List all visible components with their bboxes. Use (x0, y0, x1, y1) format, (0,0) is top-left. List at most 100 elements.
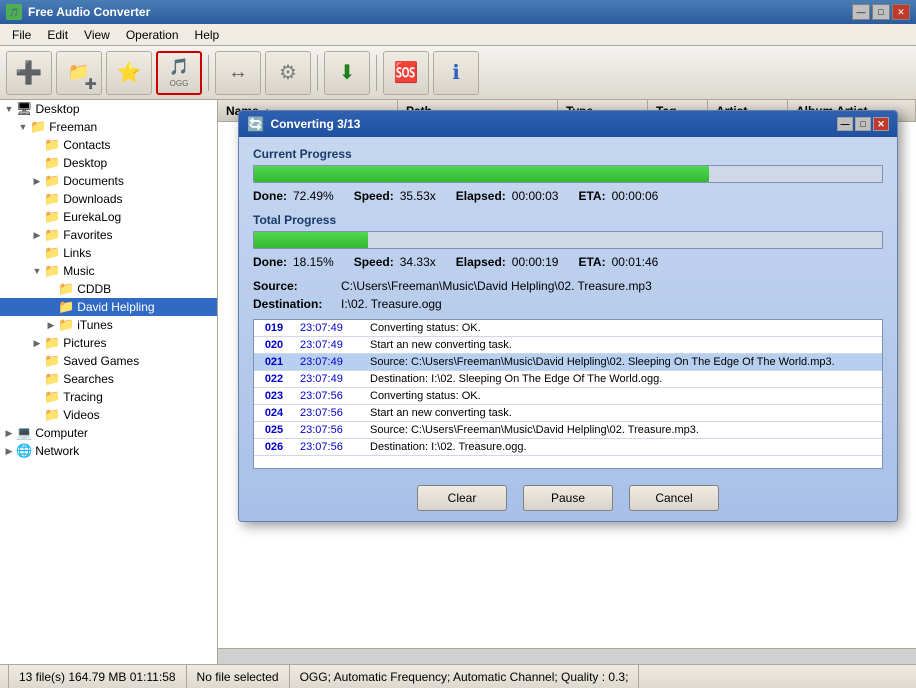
cancel-button[interactable]: Cancel (629, 485, 719, 511)
sidebar-item-links[interactable]: 📁 Links (0, 244, 217, 262)
folder-desktop-sub-icon: 📁 (44, 155, 60, 171)
help-ring-button[interactable]: 🆘 (383, 51, 429, 95)
dialog-title-text: Converting 3/13 (270, 117, 360, 131)
sidebar-item-favorites[interactable]: ▶ 📁 Favorites (0, 226, 217, 244)
folder-tracing-icon: 📁 (44, 389, 60, 405)
sidebar-item-documents[interactable]: ▶ 📁 Documents (0, 172, 217, 190)
sidebar-item-david-helpling[interactable]: 📁 David Helpling (0, 298, 217, 316)
horizontal-scrollbar[interactable] (218, 648, 916, 664)
dialog-buttons: Clear Pause Cancel (253, 477, 883, 511)
toolbar-separator-1 (208, 55, 209, 91)
log-cell-desc: Destination: I:\02. Sleeping On The Edge… (364, 371, 882, 388)
log-table-container[interactable]: 01923:07:49Converting status: OK.02023:0… (253, 319, 883, 469)
dialog-maximize[interactable]: □ (855, 117, 871, 131)
log-row: 02523:07:56Source: C:\Users\Freeman\Musi… (254, 422, 882, 439)
folder-searches-icon: 📁 (44, 371, 60, 387)
dialog-icon: 🔄 (247, 116, 264, 133)
log-cell-time: 23:07:49 (294, 354, 364, 371)
log-cell-num: 025 (254, 422, 294, 439)
sidebar-item-pictures[interactable]: ▶ 📁 Pictures (0, 334, 217, 352)
log-row: 02623:07:56Destination: I:\02. Treasure.… (254, 439, 882, 456)
log-cell-time: 23:07:56 (294, 405, 364, 422)
source-row: Source: C:\Users\Freeman\Music\David Hel… (253, 279, 883, 293)
folder-pictures-icon: 📁 (44, 335, 60, 351)
sidebar-item-eurekalog[interactable]: 📁 EurekaLog (0, 208, 217, 226)
sidebar-item-cddb[interactable]: 📁 CDDB (0, 280, 217, 298)
sidebar-item-music[interactable]: ▼ 📁 Music (0, 262, 217, 280)
download-button[interactable]: ⬇ (324, 51, 370, 95)
sidebar-item-desktop[interactable]: ▼ 🖥 Desktop (0, 100, 217, 118)
folder-contacts-icon: 📁 (44, 137, 60, 153)
pause-button[interactable]: Pause (523, 485, 613, 511)
folder-documents-icon: 📁 (44, 173, 60, 189)
log-cell-desc: Converting status: OK. (364, 320, 882, 337)
log-row: 02123:07:49Source: C:\Users\Freeman\Musi… (254, 354, 882, 371)
sidebar-item-computer[interactable]: ▶ 💻 Computer (0, 424, 217, 442)
log-cell-num: 026 (254, 439, 294, 456)
log-cell-num: 022 (254, 371, 294, 388)
current-progress-bar (253, 165, 883, 183)
settings-button[interactable]: ⚙ (265, 51, 311, 95)
folder-favorites-icon: 📁 (44, 227, 60, 243)
sidebar-item-network[interactable]: ▶ 🌐 Network (0, 442, 217, 460)
log-table: 01923:07:49Converting status: OK.02023:0… (254, 320, 882, 456)
menu-bar: File Edit View Operation Help (0, 24, 916, 46)
destination-row: Destination: I:\02. Treasure.ogg (253, 297, 883, 311)
menu-file[interactable]: File (4, 26, 39, 44)
sidebar-item-itunes[interactable]: ▶ 📁 iTunes (0, 316, 217, 334)
favorites-button[interactable]: ⭐ (106, 51, 152, 95)
sidebar-item-videos[interactable]: 📁 Videos (0, 406, 217, 424)
log-row: 01923:07:49Converting status: OK. (254, 320, 882, 337)
log-cell-desc: Destination: I:\02. Treasure.ogg. (364, 439, 882, 456)
sidebar-item-saved-games[interactable]: 📁 Saved Games (0, 352, 217, 370)
clear-button[interactable]: Clear (417, 485, 507, 511)
folder-links-icon: 📁 (44, 245, 60, 261)
folder-music-icon: 📁 (44, 263, 60, 279)
sidebar-item-desktop-sub[interactable]: 📁 Desktop (0, 154, 217, 172)
status-selection: No file selected (187, 665, 290, 688)
close-button[interactable]: ✕ (892, 4, 910, 20)
log-cell-num: 021 (254, 354, 294, 371)
status-bar: 13 file(s) 164.79 MB 01:11:58 No file se… (0, 664, 916, 688)
folder-cddb-icon: 📁 (58, 281, 74, 297)
title-bar: 🎵 Free Audio Converter — □ ✕ (0, 0, 916, 24)
app-title: Free Audio Converter (28, 5, 150, 19)
sidebar-item-tracing[interactable]: 📁 Tracing (0, 388, 217, 406)
dialog-title-bar: 🔄 Converting 3/13 — □ ✕ (239, 111, 897, 137)
menu-operation[interactable]: Operation (118, 26, 187, 44)
log-row: 02323:07:56Converting status: OK. (254, 388, 882, 405)
sidebar-item-downloads[interactable]: 📁 Downloads (0, 190, 217, 208)
sidebar-item-freeman[interactable]: ▼ 📁 Freeman (0, 118, 217, 136)
folder-saved-games-icon: 📁 (44, 353, 60, 369)
folder-freeman-icon: 📁 (30, 119, 46, 135)
log-row: 02423:07:56Start an new converting task. (254, 405, 882, 422)
add-folder-button[interactable]: 📁➕ (56, 51, 102, 95)
sidebar-item-contacts[interactable]: 📁 Contacts (0, 136, 217, 154)
total-progress-bar (253, 231, 883, 249)
maximize-button[interactable]: □ (872, 4, 890, 20)
menu-view[interactable]: View (76, 26, 118, 44)
menu-edit[interactable]: Edit (39, 26, 76, 44)
dialog-close[interactable]: ✕ (873, 117, 889, 131)
network-icon: 🌐 (16, 443, 32, 459)
toolbar: ➕ 📁➕ ⭐ 🎵OGG ↔ ⚙ ⬇ 🆘 ℹ (0, 46, 916, 100)
minimize-button[interactable]: — (852, 4, 870, 20)
log-cell-num: 019 (254, 320, 294, 337)
swap-button[interactable]: ↔ (215, 51, 261, 95)
sidebar-item-searches[interactable]: 📁 Searches (0, 370, 217, 388)
convert-button[interactable]: 🎵OGG (156, 51, 202, 95)
log-cell-time: 23:07:56 (294, 422, 364, 439)
log-cell-time: 23:07:49 (294, 337, 364, 354)
log-cell-desc: Source: C:\Users\Freeman\Music\David Hel… (364, 354, 882, 371)
content-area: Name ▲ Path Type Tag Artist Album Artist (218, 100, 916, 664)
status-files: 13 file(s) 164.79 MB 01:11:58 (8, 665, 187, 688)
add-files-button[interactable]: ➕ (6, 51, 52, 95)
info-button[interactable]: ℹ (433, 51, 479, 95)
log-cell-time: 23:07:49 (294, 371, 364, 388)
log-cell-time: 23:07:49 (294, 320, 364, 337)
menu-help[interactable]: Help (187, 26, 228, 44)
dialog-minimize[interactable]: — (837, 117, 853, 131)
total-progress-label: Total Progress (253, 213, 883, 227)
app-icon: 🎵 (6, 4, 22, 20)
folder-downloads-icon: 📁 (44, 191, 60, 207)
